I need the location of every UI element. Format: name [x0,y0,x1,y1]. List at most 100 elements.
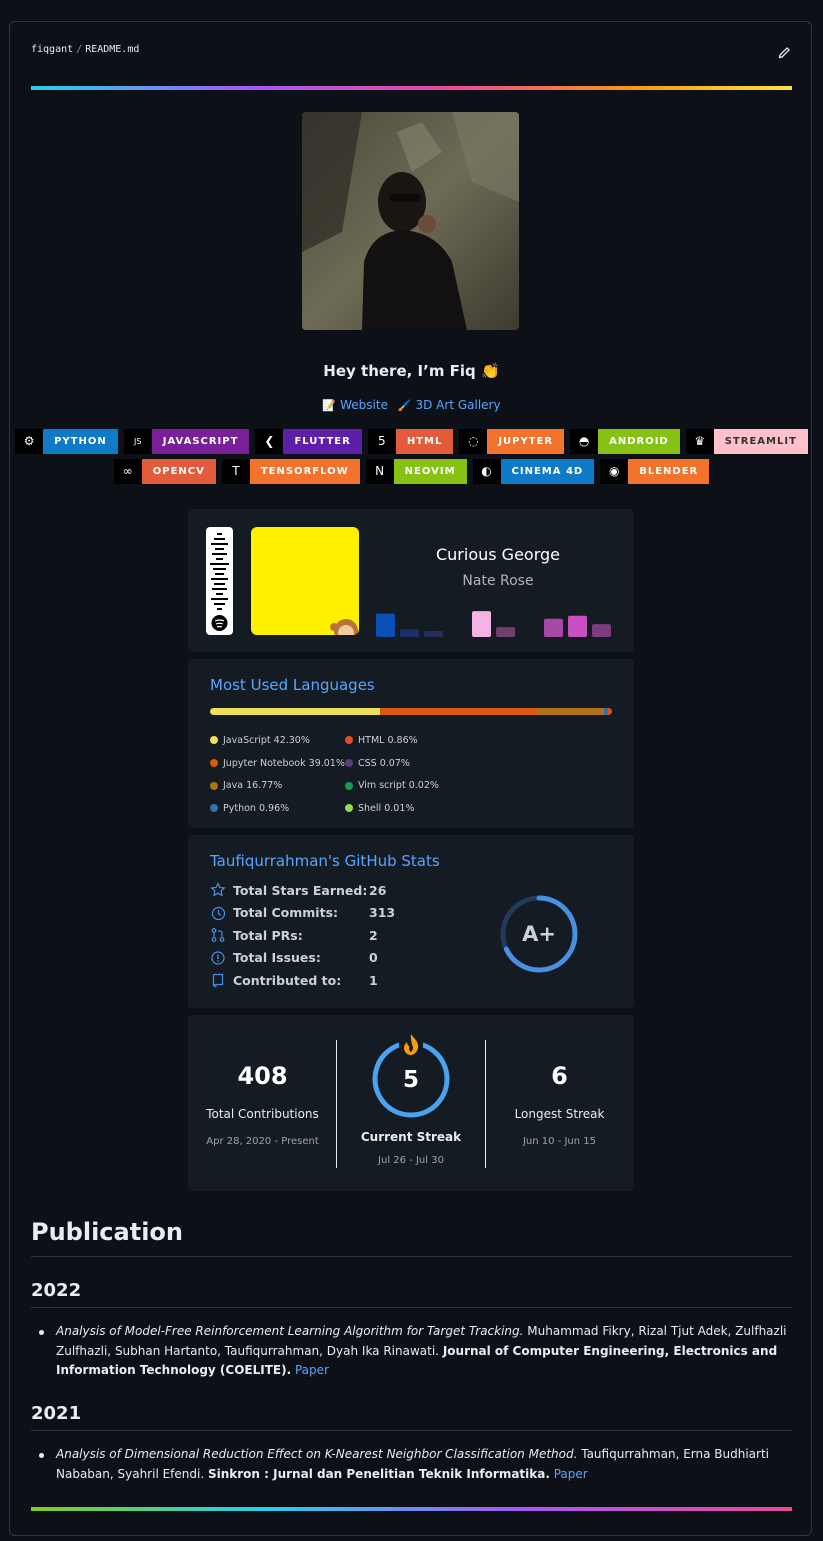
heading-divider [31,1256,792,1257]
issue-icon [211,950,225,965]
streak-divider [485,1040,486,1168]
year-divider [31,1307,792,1308]
publication-journal: Sinkron : Jurnal dan Penelitian Teknik I… [207,1466,550,1481]
github-stats-card: Taufiqurrahman's GitHub Stats Total Star… [188,835,634,1008]
breadcrumb-owner[interactable]: fiqgant [31,44,73,55]
publication-title: Analysis of Model-Free Reinforcement Lea… [56,1324,524,1338]
badge-jupyter[interactable]: ◌ JUPYTER [459,429,565,454]
year-heading-2021: 2021 [31,1403,82,1424]
rank-grade: A+ [522,922,556,946]
language-item: JavaScript 42.30% [210,729,345,752]
star-icon [210,882,226,897]
jupyter-icon: ◌ [459,429,488,454]
rank-ring: A+ [500,895,578,973]
total-contributions-value: 408 [237,1062,288,1090]
language-segment [210,708,381,715]
breadcrumb: fiqgant / README.md [31,44,139,55]
language-segment [380,708,537,715]
total-contributions-label: Total Contributions [206,1107,319,1121]
neovim-icon: N [365,459,394,484]
languages-column-2: HTML 0.86% CSS 0.07% Vim script 0.02% Sh… [345,729,439,820]
tech-badges-row-2: ∞ OPENCV T TENSORFLOW N NEOVIM ◐ CINEMA 4D ◉ BLEN… [10,459,813,484]
art-gallery-link[interactable]: 3D Art Gallery [415,398,500,412]
stat-row-stars: Total Stars Earned: 26 [210,880,386,900]
album-cover [251,527,359,635]
language-item: CSS 0.07% [345,752,439,775]
visualizer-bar [472,611,491,637]
stat-row-contributed: Contributed to: 1 [210,970,378,990]
badge-javascript[interactable]: JS JAVASCRIPT [123,429,250,454]
cinema4d-icon: ◐ [472,459,501,484]
language-item: HTML 0.86% [345,729,439,752]
badge-opencv[interactable]: ∞ OPENCV [113,459,216,484]
visualizer-bar [496,627,515,637]
visualizer-bar [544,618,563,637]
stat-row-issues: Total Issues: 0 [210,948,378,968]
publication-title: Analysis of Dimensional Reduction Effect… [56,1447,578,1461]
languages-column-1: JavaScript 42.30% Jupyter Notebook 39.01… [210,729,345,820]
readme-frame: fiqgant / README.md Hey there, I’m Fiq 👏 📝… [9,21,812,1536]
stats-title: Taufiqurrahman's GitHub Stats [210,852,440,870]
languages-progress-bar [210,708,612,715]
language-segment [536,708,605,715]
current-streak-label: Current Streak [360,1130,462,1144]
badge-tensorflow[interactable]: T TENSORFLOW [221,459,360,484]
flutter-icon: ❮ [255,429,284,454]
current-streak-range: Jul 26 - Jul 30 [378,1155,444,1166]
streamlit-icon: ♛ [685,429,714,454]
longest-streak-value: 6 [551,1062,568,1090]
publication-item: Analysis of Model-Free Reinforcement Lea… [39,1322,791,1381]
spotify-now-playing-card[interactable]: Curious George Nate Rose [188,509,634,652]
blender-icon: ◉ [600,459,629,484]
streak-divider [336,1040,337,1168]
language-item: Vim script 0.02% [345,774,439,797]
visualizer-bar [400,629,419,637]
audio-visualizer [376,611,611,637]
longest-streak-label: Longest Streak [514,1107,605,1121]
badge-android[interactable]: ◓ ANDROID [570,429,680,454]
badge-blender[interactable]: ◉ BLENDER [600,459,710,484]
android-icon: ◓ [570,429,599,454]
language-item: Shell 0.01% [345,797,439,820]
visualizer-bar [424,630,443,637]
year-heading-2022: 2022 [31,1280,82,1301]
history-icon [211,906,226,920]
current-streak-ring: 5 [372,1034,450,1118]
year-divider [31,1430,792,1431]
visualizer-bar [376,613,395,637]
streak-stats-card: 408 Total Contributions Apr 28, 2020 - P… [188,1015,634,1191]
pencil-icon[interactable] [777,46,791,60]
rainbow-divider-top [31,86,792,90]
most-used-languages-card: Most Used Languages JavaScript 42.30% Ju… [188,659,634,828]
badge-python[interactable]: ⚙ PYTHON [15,429,118,454]
js-icon: JS [123,429,152,454]
badge-html[interactable]: 5 HTML [367,429,454,454]
breadcrumb-separator: / [76,44,83,55]
tensorflow-icon: T [221,459,250,484]
language-item: Jupyter Notebook 39.01% [210,752,345,775]
badge-cinema4d[interactable]: ◐ CINEMA 4D [472,459,595,484]
paintbrush-icon: 🖌️ [397,399,412,412]
current-streak-value: 5 [403,1067,419,1093]
stat-row-commits: Total Commits: 313 [210,903,395,923]
publication-heading: Publication [31,1218,184,1246]
paper-link[interactable]: Paper [554,1467,588,1481]
paper-link[interactable]: Paper [295,1363,329,1377]
website-link[interactable]: Website [340,398,388,412]
greeting-heading: Hey there, I’m Fiq 👏 [323,362,500,380]
longest-streak-range: Jun 10 - Jun 15 [522,1136,597,1147]
visualizer-bar [592,624,611,637]
badge-streamlit[interactable]: ♛ STREAMLIT [685,429,808,454]
badge-neovim[interactable]: N NEOVIM [365,459,467,484]
html5-icon: 5 [367,429,396,454]
rainbow-divider-bottom [31,1507,792,1511]
memo-icon: 📝 [322,399,337,412]
languages-title: Most Used Languages [210,676,375,694]
pull-request-icon [211,928,225,942]
publication-item: Analysis of Dimensional Reduction Effect… [39,1445,791,1484]
total-contributions-range: Apr 28, 2020 - Present [206,1136,319,1147]
breadcrumb-file: README.md [85,44,140,55]
artist-name: Nate Rose [462,573,534,589]
badge-flutter[interactable]: ❮ FLUTTER [255,429,362,454]
language-item: Java 16.77% [210,774,345,797]
